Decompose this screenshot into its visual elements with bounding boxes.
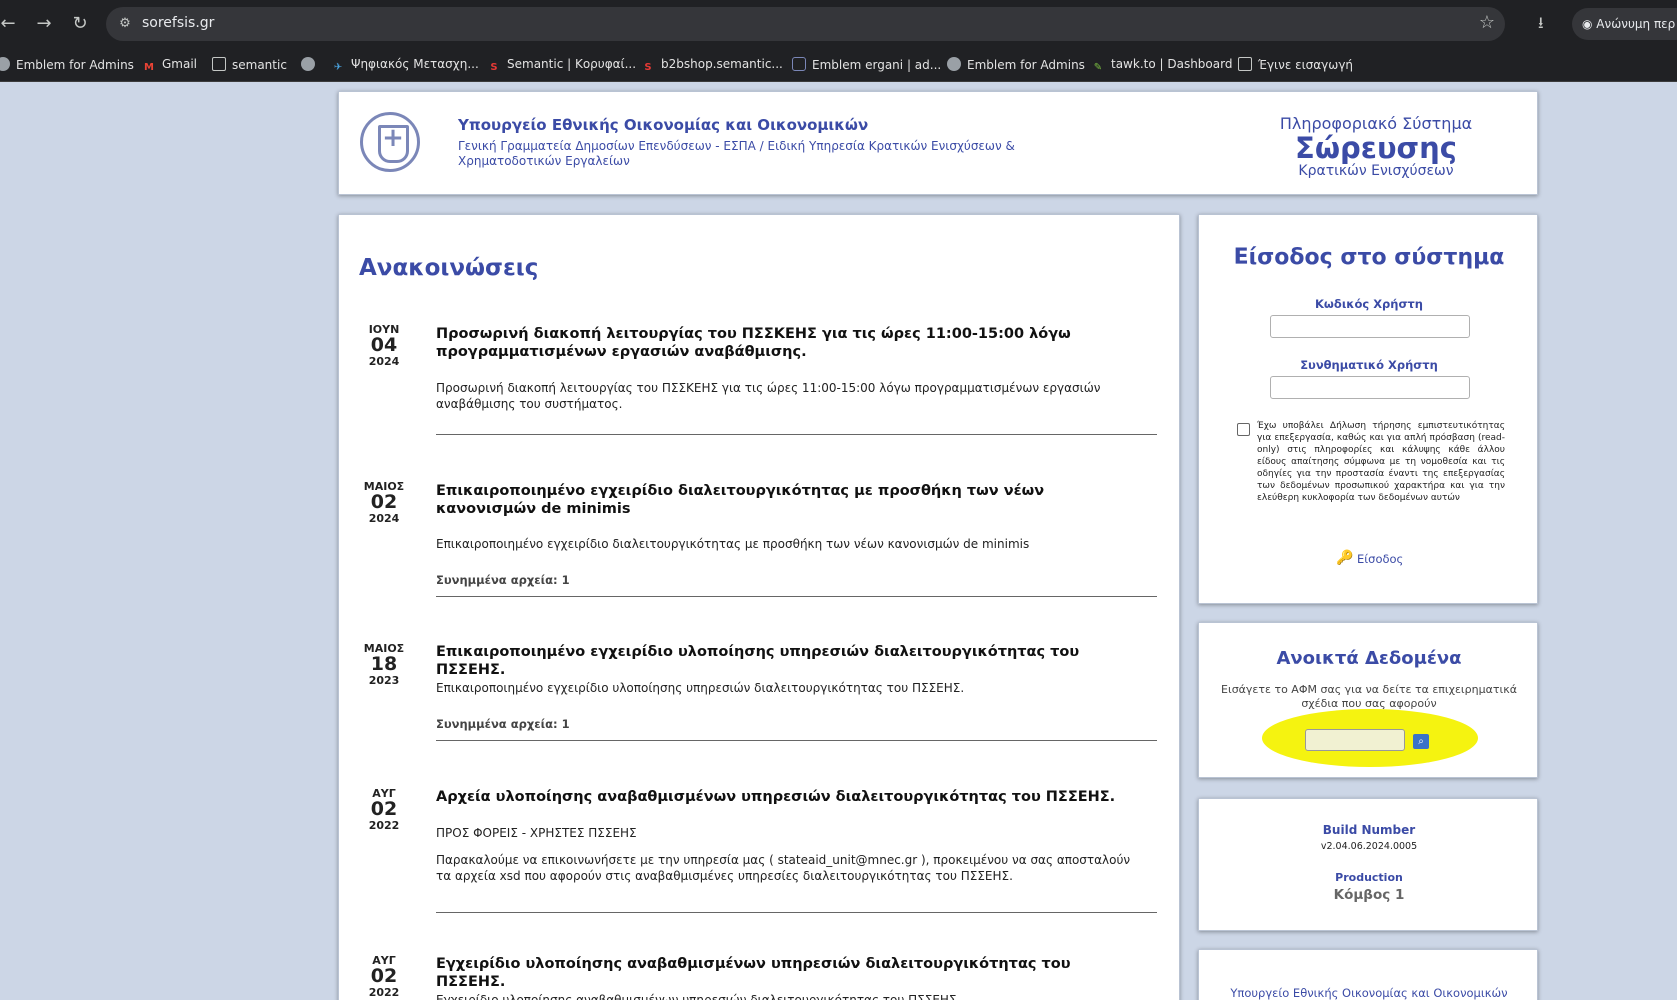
- announcement-date: ΑΥΓ 02 2022: [368, 787, 400, 832]
- announcements-heading: Ανακοινώσεις: [359, 255, 539, 281]
- login-panel: Είσοδος στο σύστημα Κωδικός Χρήστη Συνθη…: [1198, 214, 1538, 604]
- download-icon[interactable]: ⭳: [1538, 12, 1544, 39]
- bookmark-item[interactable]: ✈ Ψηφιακός Μετασχη...: [331, 57, 479, 75]
- divider: [436, 596, 1157, 597]
- search-icon[interactable]: ⌕: [1413, 734, 1429, 749]
- bookmark-item[interactable]: S Semantic | Κορυφαί...: [487, 57, 636, 75]
- announcement-date: ΙΟΥΝ 04 2024: [368, 323, 400, 368]
- folder-icon: [1238, 57, 1252, 71]
- s-icon: S: [490, 62, 498, 73]
- key-icon[interactable]: 🔑: [1336, 550, 1353, 566]
- back-arrow-icon[interactable]: ←: [0, 12, 20, 36]
- build-info-panel: Build Number v2.04.06.2024.0005 Producti…: [1198, 798, 1538, 931]
- bookmark-item[interactable]: Emblem for Admins: [947, 57, 1085, 72]
- divider: [436, 912, 1157, 913]
- announcement-body: Εγχειρίδιο υλοποίησης αναβαθμισμένων υπη…: [436, 993, 957, 1000]
- browser-toolbar: ← → ↻ ⚙ sorefsis.gr ☆ ⭳ ◉ Ανώνυμη περ: [0, 0, 1677, 48]
- announcement-body: Προσωρινή διακοπή λειτουργίας του ΠΣΣΚΕΗ…: [436, 381, 1101, 411]
- bookmark-item[interactable]: Sb2bshop.semantic...: [641, 57, 782, 75]
- divider: [436, 740, 1157, 741]
- build-number-label: Build Number: [1322, 823, 1416, 837]
- announcement-body: Επικαιροποιημένο εγχειρίδιο διαλειτουργι…: [436, 537, 1030, 551]
- node-label: Κόμβος 1: [1333, 887, 1405, 903]
- globe-icon: [301, 57, 315, 71]
- system-title-line2: Σώρευσης: [1295, 131, 1457, 165]
- shield-icon: [792, 57, 806, 71]
- consent-checkbox[interactable]: [1237, 423, 1250, 436]
- system-title: Πληροφοριακό Σύστημα Σώρευσης Κρατικών Ε…: [1256, 114, 1496, 179]
- divider: [436, 434, 1157, 435]
- bookmark-item[interactable]: Emblem for Admins: [0, 57, 134, 72]
- announcement-date: ΑΥΓ 02 2022: [368, 954, 400, 999]
- bird-icon: ✈: [333, 62, 343, 73]
- announcement-date: ΜΑΙΟΣ 02 2024: [363, 480, 405, 525]
- announcement-body-contact: Παρακαλούμε να επικοινωνήσετε με την υπη…: [436, 853, 1131, 883]
- bookmark-item[interactable]: Emblem ergani | ad...: [792, 57, 941, 72]
- login-button[interactable]: Είσοδος: [1357, 552, 1403, 566]
- bookmarks-bar: Emblem for Admins M Gmail semantic ✈ Ψηφια…: [0, 48, 1677, 82]
- globe-icon: [947, 57, 961, 71]
- announcement-title[interactable]: Αρχεία υλοποίησης αναβαθμισμένων υπηρεσι…: [436, 788, 1136, 806]
- greek-seal-logo: [360, 112, 420, 172]
- vat-number-input[interactable]: [1305, 729, 1405, 751]
- announcement-date: ΜΑΙΟΣ 18 2023: [363, 642, 405, 687]
- reload-icon[interactable]: ↻: [68, 12, 92, 36]
- bookmark-item[interactable]: ✎ tawk.to | Dashboard: [1091, 57, 1233, 75]
- url-text: sorefsis.gr: [142, 15, 215, 31]
- ministry-title: Υπουργείο Εθνικής Οικονομίας και Οικονομ…: [458, 116, 869, 134]
- bookmark-item[interactable]: semantic: [212, 57, 287, 72]
- site-header: Υπουργείο Εθνικής Οικονομίας και Οικονομ…: [338, 91, 1538, 195]
- bookmark-item[interactable]: Έγινε εισαγωγή: [1238, 57, 1353, 72]
- build-number-value: v2.04.06.2024.0005: [1320, 841, 1418, 852]
- forward-arrow-icon[interactable]: →: [32, 12, 56, 36]
- folder-icon: [212, 57, 226, 71]
- secretariat-subtitle: Γενική Γραμματεία Δημοσίων Επενδύσεων - …: [458, 139, 1015, 168]
- announcement-title[interactable]: Εγχειρίδιο υλοποίησης αναβαθμισμένων υπη…: [436, 955, 1136, 991]
- system-title-line3: Κρατικών Ενισχύσεων: [1298, 163, 1454, 179]
- footer-panel: Υπουργείο Εθνικής Οικονομίας και Οικονομ…: [1198, 949, 1538, 1000]
- globe-icon: [0, 57, 10, 71]
- announcement-body: ΠΡΟΣ ΦΟΡΕΙΣ - ΧΡΗΣΤΕΣ ΠΣΣΕΗΣ: [436, 826, 637, 840]
- announcement-body: Επικαιροποιημένο εγχειρίδιο υλοποίησης υ…: [436, 681, 965, 695]
- announcement-title[interactable]: Προσωρινή διακοπή λειτουργίας του ΠΣΣΚΕΗ…: [436, 325, 1136, 361]
- login-heading: Είσοδος στο σύστημα: [1233, 245, 1505, 270]
- password-input[interactable]: [1270, 376, 1470, 399]
- s-icon: S: [644, 62, 652, 73]
- open-data-heading: Ανοικτά Δεδομένα: [1276, 648, 1462, 669]
- username-input[interactable]: [1270, 315, 1470, 338]
- bookmark-item[interactable]: M Gmail: [142, 57, 197, 75]
- incognito-label: Ανώνυμη περ: [1596, 17, 1676, 31]
- incognito-badge[interactable]: ◉ Ανώνυμη περ: [1572, 8, 1677, 40]
- gmail-icon: M: [144, 62, 154, 73]
- announcement-title[interactable]: Επικαιροποιημένο εγχειρίδιο διαλειτουργι…: [436, 482, 1136, 518]
- announcements-panel: Ανακοινώσεις ΙΟΥΝ 04 2024 Προσωρινή διακ…: [338, 214, 1180, 1000]
- username-label: Κωδικός Χρήστη: [1315, 297, 1423, 311]
- bookmark-star-icon[interactable]: ☆: [1479, 12, 1495, 33]
- consent-text: Έχω υποβάλει Δήλωση τήρησης εμπιστευτικό…: [1257, 421, 1505, 503]
- announcement-title[interactable]: Επικαιροποιημένο εγχειρίδιο υλοποίησης υ…: [436, 643, 1136, 679]
- attachments-count[interactable]: Συνημμένα αρχεία: 1: [436, 717, 570, 731]
- bookmark-item[interactable]: [301, 57, 321, 72]
- open-data-panel: Ανοικτά Δεδομένα Εισάγετε το ΑΦΜ σας για…: [1198, 622, 1538, 778]
- environment-label: Production: [1335, 871, 1403, 884]
- tawk-icon: ✎: [1093, 62, 1103, 73]
- password-label: Συνθηματικό Χρήστη: [1300, 358, 1438, 372]
- attachments-count[interactable]: Συνημμένα αρχεία: 1: [436, 573, 570, 587]
- site-info-icon[interactable]: ⚙: [116, 15, 134, 33]
- footer-ministry: Υπουργείο Εθνικής Οικονομίας και Οικονομ…: [1230, 986, 1508, 1000]
- open-data-description: Εισάγετε το ΑΦΜ σας για να δείτε τα επιχ…: [1221, 683, 1517, 710]
- address-bar[interactable]: ⚙ sorefsis.gr ☆: [106, 7, 1505, 41]
- incognito-icon: ◉: [1582, 17, 1597, 31]
